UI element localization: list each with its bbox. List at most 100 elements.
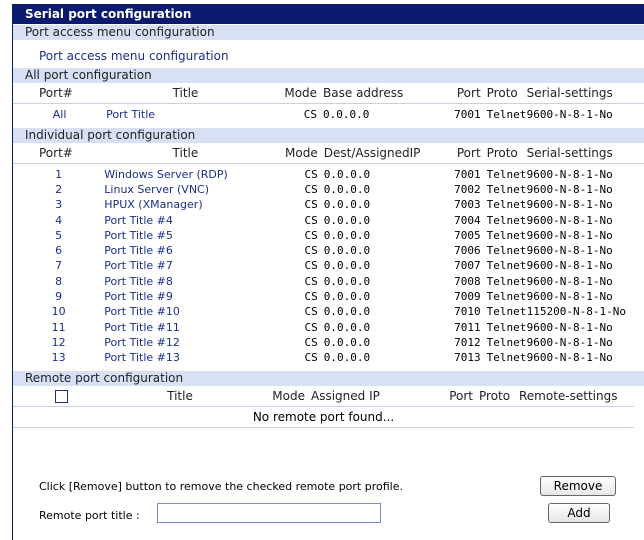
port-row: 6 Port Title #6 CS 0.0.0.0 7006 Telnet 9600-N-… <box>13 243 644 258</box>
port-title-link[interactable]: Port Title #7 <box>104 259 266 274</box>
port-mode: CS <box>304 290 318 304</box>
port-mode: CS <box>304 305 318 319</box>
port-proto: Telnet <box>486 335 527 349</box>
port-row: 13 Port Title #13 CS 0.0.0.0 7013 Telnet 9600-… <box>13 351 644 366</box>
port-number-link[interactable]: 9 <box>13 289 104 304</box>
port-address: 0.0.0.0 <box>323 213 371 227</box>
port-number-link[interactable]: 4 <box>13 213 104 228</box>
port-address: 0.0.0.0 <box>323 244 371 258</box>
section-remote-port: Remote port configuration <box>13 370 644 386</box>
header-mode: Mode <box>264 83 324 104</box>
remove-button[interactable]: Remove <box>540 476 616 496</box>
port-title-link[interactable]: Port Title #10 <box>104 305 266 320</box>
port-mode: CS <box>304 259 318 273</box>
port-mode: CS <box>304 228 318 242</box>
port-address: 0.0.0.0 <box>323 290 371 304</box>
port-row: 10 Port Title #10 CS 0.0.0.0 7010 Telnet 11520… <box>13 305 644 320</box>
port-number-link[interactable]: 10 <box>13 305 104 320</box>
port-row: 2 Linux Server (VNC) CS 0.0.0.0 7002 Telnet 96… <box>13 182 644 197</box>
all-port-mode: CS <box>303 107 318 121</box>
select-all-checkbox[interactable] <box>54 389 68 403</box>
panel-title: Serial port configuration <box>13 4 644 24</box>
port-title-link[interactable]: Port Title #13 <box>104 351 266 366</box>
all-port-proto: Telnet <box>486 107 527 121</box>
all-port-row: All Port Title CS 0.0.0.0 7001 Telnet 96… <box>13 104 644 126</box>
port-number-link[interactable]: 11 <box>13 320 104 335</box>
port-address: 0.0.0.0 <box>323 182 371 196</box>
port-serial-settings: 115200-N-8-1-No <box>526 305 626 319</box>
port-number-link[interactable]: 12 <box>13 335 104 350</box>
port-proto: Telnet <box>486 244 527 258</box>
no-remote-port-message: No remote port found... <box>13 405 634 428</box>
port-row: 5 Port Title #5 CS 0.0.0.0 7005 Telnet 9600-N-… <box>13 228 644 243</box>
port-number-link[interactable]: 7 <box>13 259 104 274</box>
port-address: 0.0.0.0 <box>323 305 371 319</box>
port-serial-settings: 9600-N-8-1-No <box>526 320 613 334</box>
port-mode: CS <box>304 274 318 288</box>
port-proto: Telnet <box>486 320 527 334</box>
port-title-link[interactable]: Port Title #12 <box>104 335 266 350</box>
port-number-link[interactable]: 2 <box>13 182 104 197</box>
port-mode: CS <box>304 244 318 258</box>
port-access-menu-link[interactable]: Port access menu configuration <box>13 46 644 66</box>
port-port-number: 7009 <box>454 290 481 304</box>
add-button[interactable]: Add <box>548 503 610 523</box>
port-mode: CS <box>304 351 318 365</box>
remote-port-table: Title Mode Assigned IP Port Proto Remote… <box>13 386 639 406</box>
port-title-link[interactable]: Port Title #4 <box>104 213 266 228</box>
port-serial-settings: 9600-N-8-1-No <box>526 198 613 212</box>
port-row: 4 Port Title #4 CS 0.0.0.0 7004 Telnet 9600-N-… <box>13 213 644 228</box>
header-mode: Mode <box>272 388 305 403</box>
remote-port-header-row: Title Mode Assigned IP Port Proto Remote… <box>13 386 639 406</box>
port-title-link[interactable]: Linux Server (VNC) <box>104 182 266 197</box>
port-proto: Telnet <box>486 259 527 273</box>
port-serial-settings: 9600-N-8-1-No <box>526 335 613 349</box>
port-number-link[interactable]: 3 <box>13 198 104 213</box>
port-serial-settings: 9600-N-8-1-No <box>526 351 613 365</box>
port-number-link[interactable]: 13 <box>13 351 104 366</box>
port-row: 9 Port Title #9 CS 0.0.0.0 7009 Telnet 9600-N-… <box>13 289 644 304</box>
port-mode: CS <box>304 320 318 334</box>
port-mode: CS <box>304 198 318 212</box>
header-serial-settings: Serial-settings <box>526 83 644 104</box>
individual-port-rows: 1 Windows Server (RDP) CS 0.0.0.0 7001 Telnet… <box>13 167 644 366</box>
all-port-title-link[interactable]: Port Title <box>106 104 265 126</box>
port-title-link[interactable]: Port Title #5 <box>104 228 266 243</box>
port-title-link[interactable]: HPUX (XManager) <box>104 198 266 213</box>
port-number-link[interactable]: 8 <box>13 274 104 289</box>
port-proto: Telnet <box>486 213 527 227</box>
port-row: 12 Port Title #12 CS 0.0.0.0 7012 Telnet 9600-… <box>13 335 644 350</box>
port-title-link[interactable]: Port Title #11 <box>104 320 266 335</box>
remote-port-title-input[interactable] <box>157 503 381 523</box>
all-port-number-link[interactable]: All <box>13 104 106 126</box>
header-title: Title <box>106 83 265 104</box>
port-title-link[interactable]: Port Title #8 <box>104 274 266 289</box>
port-address: 0.0.0.0 <box>323 320 371 334</box>
port-address: 0.0.0.0 <box>323 335 371 349</box>
port-proto: Telnet <box>486 274 527 288</box>
port-proto: Telnet <box>486 198 527 212</box>
port-title-link[interactable]: Windows Server (RDP) <box>104 167 266 182</box>
port-address: 0.0.0.0 <box>323 198 371 212</box>
port-number-link[interactable]: 1 <box>13 167 104 182</box>
port-row: 3 HPUX (XManager) CS 0.0.0.0 7003 Telnet 9600-… <box>13 198 644 213</box>
header-proto: Proto <box>479 388 511 403</box>
header-title: Title <box>104 142 267 164</box>
remote-port-title-label: Remote port title : <box>39 509 140 522</box>
port-serial-settings: 9600-N-8-1-No <box>526 290 613 304</box>
port-number-link[interactable]: 6 <box>13 243 104 258</box>
individual-port-table: Port# Title Mode Dest/AssignedIP Port Pr… <box>13 142 644 366</box>
port-serial-settings: 9600-N-8-1-No <box>526 228 613 242</box>
port-number-link[interactable]: 5 <box>13 228 104 243</box>
port-title-link[interactable]: Port Title #9 <box>104 289 266 304</box>
header-remote-settings: Remote-settings <box>519 388 618 403</box>
all-port-port-number: 7001 <box>454 107 481 121</box>
port-proto: Telnet <box>486 305 527 319</box>
port-serial-settings: 9600-N-8-1-No <box>526 213 613 227</box>
port-proto: Telnet <box>486 167 527 181</box>
port-title-link[interactable]: Port Title #6 <box>104 243 266 258</box>
port-serial-settings: 9600-N-8-1-No <box>526 182 613 196</box>
port-port-number: 7010 <box>454 305 481 319</box>
port-port-number: 7001 <box>454 167 481 181</box>
serial-port-config-panel: Serial port configuration Port access me… <box>12 4 644 540</box>
